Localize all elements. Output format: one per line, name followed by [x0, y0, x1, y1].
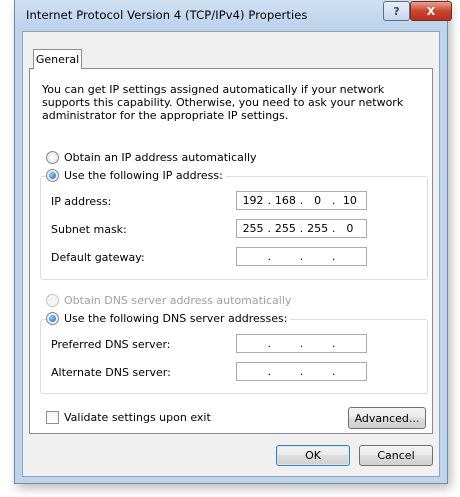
- default-gateway-field[interactable]: . . .: [236, 247, 367, 266]
- validate-settings-label: Validate settings upon exit: [64, 411, 211, 424]
- ip-address-label: IP address:: [51, 195, 112, 208]
- mask-octet-1: 255: [242, 222, 264, 235]
- ok-button[interactable]: OK: [276, 445, 350, 466]
- advanced-button[interactable]: Advanced...: [348, 407, 426, 429]
- obtain-dns-auto-option[interactable]: Obtain DNS server address automatically: [46, 294, 291, 307]
- alternate-dns-label: Alternate DNS server:: [51, 366, 171, 379]
- tab-general[interactable]: General: [33, 49, 82, 69]
- preferred-dns-label: Preferred DNS server:: [51, 338, 171, 351]
- use-following-dns-radio[interactable]: [46, 312, 59, 325]
- ip-octet-3: 0: [314, 194, 322, 207]
- subnet-mask-field[interactable]: 255. 255. 255. 0: [236, 219, 367, 238]
- ip-octet-2: 168: [274, 194, 296, 207]
- mask-octet-4: 0: [346, 222, 354, 235]
- obtain-dns-auto-radio[interactable]: [46, 294, 59, 307]
- mask-octet-3: 255: [307, 222, 329, 235]
- validate-settings-checkbox[interactable]: [46, 411, 59, 424]
- title-bar[interactable]: Internet Protocol Version 4 (TCP/IPv4) P…: [15, 0, 452, 30]
- ip-address-field[interactable]: 192. 168. 0. 10: [236, 191, 367, 210]
- obtain-ip-auto-label: Obtain an IP address automatically: [64, 151, 257, 164]
- general-tab-panel: You can get IP settings assigned automat…: [29, 68, 433, 434]
- intro-text: You can get IP settings assigned automat…: [42, 83, 404, 122]
- use-following-ip-radio[interactable]: [46, 169, 59, 182]
- use-following-dns-label: Use the following DNS server addresses:: [64, 312, 288, 325]
- subnet-mask-label: Subnet mask:: [51, 223, 127, 236]
- ip-octet-1: 192: [242, 194, 264, 207]
- default-gateway-label: Default gateway:: [51, 251, 145, 264]
- close-button[interactable]: X: [410, 1, 452, 21]
- mask-octet-2: 255: [274, 222, 296, 235]
- preferred-dns-field[interactable]: . . .: [236, 334, 367, 353]
- dialog-client: General You can get IP settings assigned…: [22, 31, 440, 477]
- cancel-button[interactable]: Cancel: [359, 445, 433, 466]
- window-title: Internet Protocol Version 4 (TCP/IPv4) P…: [26, 8, 308, 22]
- dns-server-group: [40, 319, 428, 394]
- alternate-dns-field[interactable]: . . .: [236, 362, 367, 381]
- obtain-dns-auto-label: Obtain DNS server address automatically: [64, 294, 292, 307]
- obtain-ip-auto-option[interactable]: Obtain an IP address automatically: [46, 151, 257, 164]
- use-following-ip-option[interactable]: Use the following IP address:: [46, 169, 226, 182]
- obtain-ip-auto-radio[interactable]: [46, 151, 59, 164]
- ip-octet-4: 10: [342, 194, 357, 207]
- use-following-dns-option[interactable]: Use the following DNS server addresses:: [46, 312, 291, 325]
- dialog-window: Internet Protocol Version 4 (TCP/IPv4) P…: [14, 0, 452, 484]
- validate-settings-option[interactable]: Validate settings upon exit: [46, 411, 211, 424]
- help-button[interactable]: ?: [383, 1, 410, 21]
- use-following-ip-label: Use the following IP address:: [64, 169, 223, 182]
